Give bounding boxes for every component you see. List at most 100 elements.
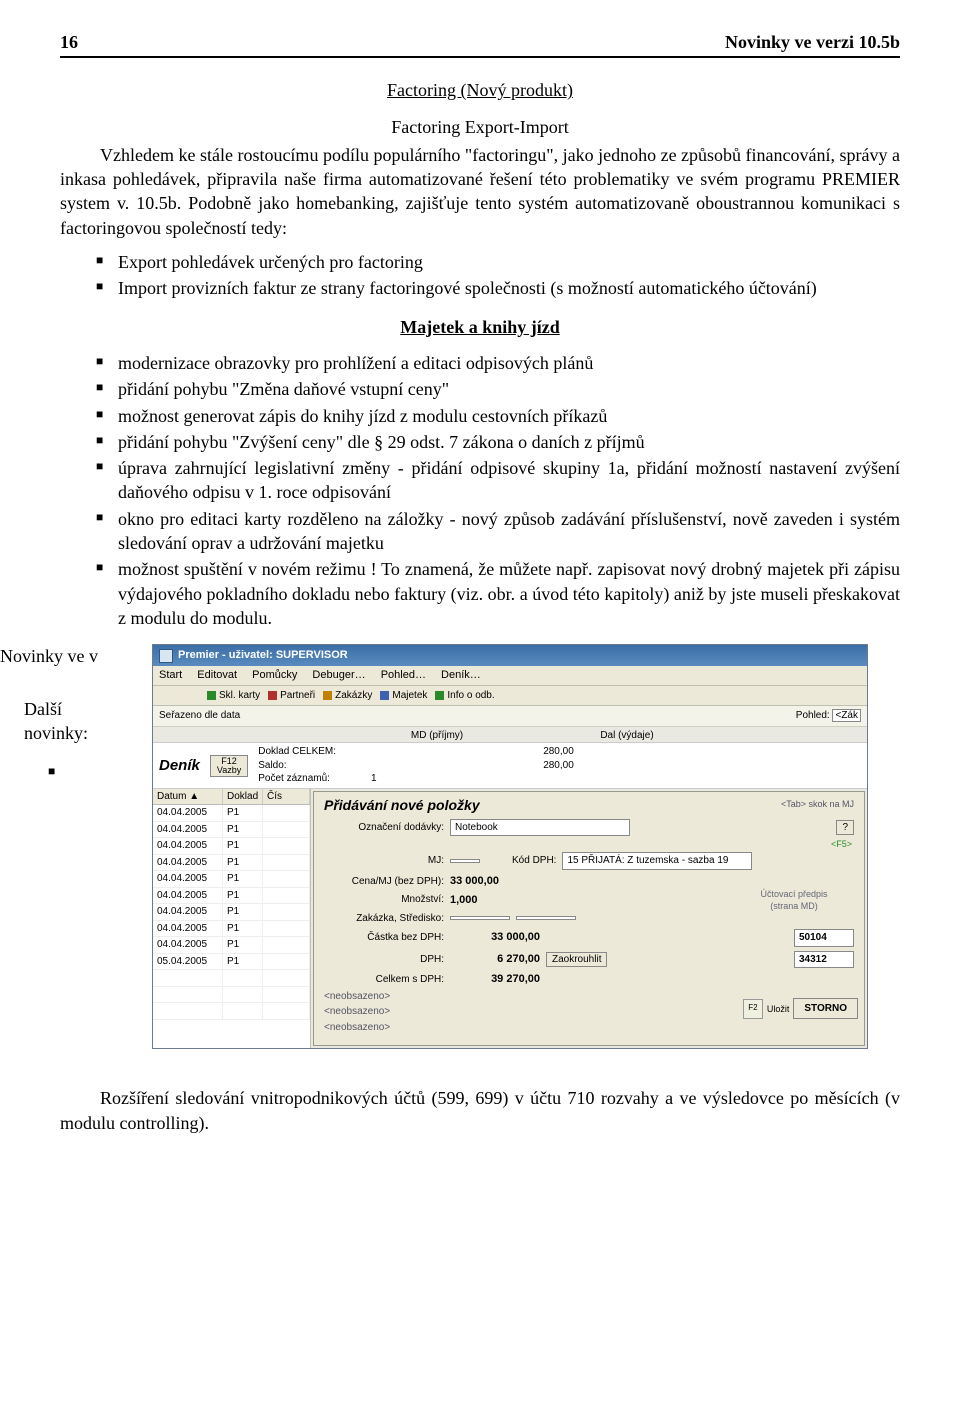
tab-majetek[interactable]: Majetek [380, 689, 427, 703]
predpis-sub: (strana MD) [734, 900, 854, 912]
menu-item-pohled[interactable]: Pohled… [381, 669, 426, 681]
dph-value: 6 270,00 [450, 952, 540, 967]
majetek-bullets: modernizace obrazovky pro prohlížení a e… [96, 351, 900, 630]
doc-celkem-label: Doklad CELKEM: [258, 745, 368, 759]
table-row [153, 987, 310, 1004]
list-item: Export pohledávek určených pro factoring [96, 250, 900, 274]
celkem-label: Celkem s DPH: [324, 973, 444, 987]
oznaceni-input[interactable]: Notebook [450, 819, 630, 837]
saldo-value: 280,00 [494, 759, 574, 773]
table-row[interactable]: 05.04.2005P1 [153, 954, 310, 971]
window-title: Premier - uživatel: SUPERVISOR [178, 648, 348, 663]
mj-label: MJ: [324, 854, 444, 868]
list-item: Import provizních faktur ze strany facto… [96, 276, 900, 300]
pohled-select[interactable]: <Zák [832, 709, 861, 722]
castka-bez-value: 33 000,00 [450, 930, 540, 945]
sort-label[interactable]: Seřazeno dle data [159, 709, 240, 723]
app-icon [159, 649, 173, 663]
screenshot-region: Novinky ve v Další novinky: ■ Premier - … [60, 644, 900, 1074]
data-grid[interactable]: Datum ▲ Doklad Čís 04.04.2005P104.04.200… [153, 789, 311, 1049]
kod-dph-select[interactable]: 15 PŘIJATÁ: Z tuzemska - sazba 19 [562, 852, 752, 870]
table-row[interactable]: 04.04.2005P1 [153, 871, 310, 888]
menu-item-denik[interactable]: Deník… [441, 669, 481, 681]
tab-info-odb[interactable]: Info o odb. [435, 689, 494, 703]
table-row[interactable]: 04.04.2005P1 [153, 805, 310, 822]
list-item: okno pro editaci karty rozděleno na zálo… [96, 507, 900, 556]
predpis-acc2-input[interactable]: 34312 [794, 951, 854, 969]
col-doklad[interactable]: Doklad [223, 789, 263, 805]
saldo-label: Saldo: [258, 759, 368, 773]
denik-row: Deník F12 Vazby Doklad CELKEM: 280,00 Sa… [153, 742, 867, 789]
doc-celkem-value: 280,00 [494, 745, 574, 759]
col-cis[interactable]: Čís [263, 789, 310, 805]
denik-label: Deník [159, 756, 200, 776]
mnozstvi-value: 1,000 [450, 893, 478, 908]
table-row[interactable]: 04.04.2005P1 [153, 838, 310, 855]
cena-mj-value: 33 000,00 [450, 874, 499, 889]
menu-item-start[interactable]: Start [159, 669, 182, 681]
menu-item-pomucky[interactable]: Pomůcky [252, 669, 297, 681]
table-row[interactable]: 04.04.2005P1 [153, 921, 310, 938]
save-icon[interactable]: F2 [743, 999, 763, 1019]
predpis-box: Účtovací předpis (strana MD) [734, 888, 854, 912]
tabbar: Skl. karty Partneři Zakázky Majetek Info… [153, 686, 867, 707]
table-row[interactable]: 04.04.2005P1 [153, 937, 310, 954]
pohled-label: Pohled: [796, 710, 830, 721]
col-datum[interactable]: Datum ▲ [153, 789, 223, 805]
tab-zakazky[interactable]: Zakázky [323, 689, 372, 703]
doc-header-row: MD (příjmy) Dal (výdaje) [153, 727, 867, 743]
tab-partneri[interactable]: Partneři [268, 689, 315, 703]
storno-button[interactable]: STORNO [793, 998, 858, 1020]
header-title: Novinky ve verzi 10.5b [725, 30, 900, 54]
mj-input[interactable] [450, 859, 480, 863]
section-factoring-subtitle: Factoring Export-Import [60, 115, 900, 139]
pocet-value: 1 [371, 772, 411, 786]
fragment-word: Další [24, 697, 154, 721]
table-row[interactable]: 04.04.2005P1 [153, 855, 310, 872]
fragment-heading: Novinky ve v [0, 644, 154, 668]
list-item: přidání pohybu "Změna daňové vstupní cen… [96, 377, 900, 401]
tab-hint: <Tab> skok na MJ [781, 798, 854, 810]
list-item: modernizace obrazovky pro prohlížení a e… [96, 351, 900, 375]
list-item: úprava zahrnující legislativní změny - p… [96, 456, 900, 505]
form-panel: Přidávání nové položky <Tab> skok na MJ … [313, 791, 865, 1047]
page-number: 16 [60, 30, 78, 54]
f5-hint: <F5> [314, 838, 864, 850]
app-window: Premier - uživatel: SUPERVISOR Start Edi… [152, 644, 868, 1049]
dph-label: DPH: [324, 953, 444, 967]
table-row [153, 970, 310, 987]
oznaceni-label: Označení dodávky: [324, 821, 444, 835]
table-row[interactable]: 04.04.2005P1 [153, 888, 310, 905]
zakazka-label: Zakázka, Středisko: [324, 912, 444, 926]
menu-item-editovat[interactable]: Editovat [197, 669, 237, 681]
celkem-value: 39 270,00 [450, 972, 540, 987]
ulozit-label: Uložit [767, 1003, 790, 1015]
zaokrouhlit-button[interactable]: Zaokrouhlit [546, 952, 607, 968]
predpis-acc1-input[interactable]: 50104 [794, 929, 854, 947]
col-md-label: MD (příjmy) [357, 729, 517, 743]
tab-skl-karty[interactable]: Skl. karty [207, 689, 260, 703]
page-header: 16 Novinky ve verzi 10.5b [60, 30, 900, 58]
menubar: Start Editovat Pomůcky Debuger… Pohled… … [153, 666, 867, 686]
sort-bar: Seřazeno dle data Pohled: <Zák [153, 706, 867, 727]
section-majetek-title: Majetek a knihy jízd [60, 315, 900, 339]
table-row[interactable]: 04.04.2005P1 [153, 822, 310, 839]
list-item: přidání pohybu "Zvýšení ceny" dle § 29 o… [96, 430, 900, 454]
neobsazeno-slot: <neobsazeno> [314, 1020, 864, 1036]
help-button[interactable]: ? [836, 820, 854, 836]
stredisko-input[interactable] [516, 916, 576, 920]
footer-paragraph: Rozšíření sledování vnitropodnikových úč… [60, 1086, 900, 1135]
grid-header: Datum ▲ Doklad Čís [153, 789, 310, 806]
table-row [153, 1003, 310, 1020]
list-item: možnost generovat zápis do knihy jízd z … [96, 404, 900, 428]
pocet-label: Počet záznamů: [258, 772, 368, 786]
factoring-paragraph: Vzhledem ke stále rostoucímu podílu popu… [60, 143, 900, 240]
f12-button[interactable]: F12 Vazby [210, 755, 248, 777]
menu-item-debuger[interactable]: Debuger… [312, 669, 365, 681]
table-row[interactable]: 04.04.2005P1 [153, 904, 310, 921]
zakazka-input[interactable] [450, 916, 510, 920]
castka-bez-label: Částka bez DPH: [324, 931, 444, 945]
col-dal-label: Dal (výdaje) [547, 729, 707, 743]
window-titlebar: Premier - uživatel: SUPERVISOR [153, 645, 867, 666]
left-text-fragment: Novinky ve v Další novinky: ■ [24, 644, 154, 779]
